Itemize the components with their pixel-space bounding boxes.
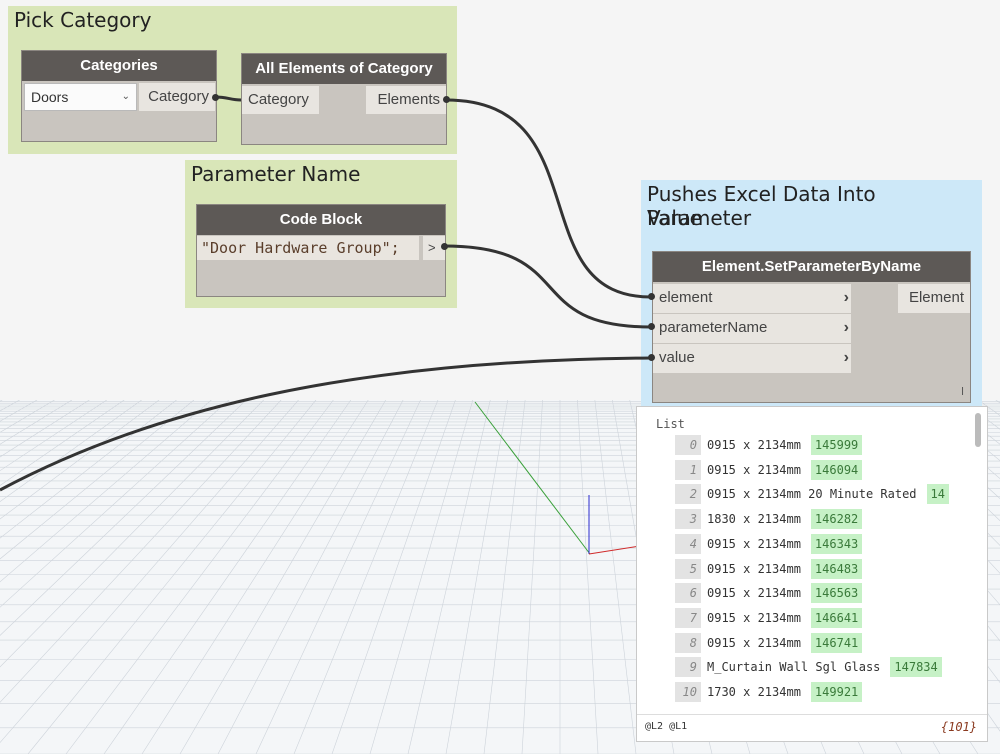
chevron-right-icon[interactable]: › [844, 314, 849, 342]
port-label: parameterName [659, 319, 768, 336]
wire-elements [445, 98, 652, 299]
port-label: element [659, 289, 713, 306]
list-index: 3 [675, 509, 701, 530]
input-port-category[interactable]: Category [242, 86, 319, 114]
workspace-canvas[interactable]: Pick Category Parameter Name Pushes Exce… [0, 0, 1000, 754]
list-item-name: 0915 x 2134mm 20 Minute Rated [707, 487, 917, 502]
input-port-dot[interactable] [648, 293, 655, 300]
list-item-name: M_Curtain Wall Sgl Glass [707, 660, 881, 675]
wire-parameter-name [443, 244, 652, 329]
category-dropdown[interactable]: Doors ⌄ [24, 83, 137, 111]
list-index: 7 [675, 607, 701, 628]
code-block-node[interactable]: Code Block "Door Hardware Group"; > [196, 204, 446, 297]
list-index: 5 [675, 558, 701, 579]
list-item: 6 0915 x 2134mm 146563 [675, 583, 863, 604]
port-label: value [659, 349, 695, 366]
chevron-down-icon[interactable]: ⌄ [122, 84, 130, 110]
preview-scrollbar[interactable] [975, 413, 981, 447]
list-item-value: 146094 [810, 459, 863, 480]
list-item-value: 145999 [810, 435, 863, 455]
node-preview-panel[interactable]: List 0 0915 x 2134mm 145999 1 0915 x 2134mm 1… [636, 406, 988, 742]
list-item-value: 146282 [810, 509, 863, 530]
input-port-dot[interactable] [648, 323, 655, 330]
list-index: 2 [675, 484, 701, 505]
list-levels: @L2 @L1 [645, 721, 688, 732]
list-index: 9 [675, 657, 701, 678]
list-item-name: 0915 x 2134mm [707, 438, 801, 452]
list-index: 1 [675, 459, 701, 480]
output-port-dot[interactable] [443, 96, 450, 103]
dropdown-value: Doors [31, 89, 69, 105]
chevron-right-icon[interactable]: › [844, 344, 849, 372]
list-item: 2 0915 x 2134mm 20 Minute Rated 14 [675, 484, 949, 505]
list-item-value: 147834 [890, 657, 942, 678]
list-label: List [656, 417, 685, 431]
all-elements-of-category-node[interactable]: All Elements of Category Category Elemen… [241, 53, 447, 145]
preview-footer: @L2 @L1 {101} [637, 714, 987, 741]
list-item-name: 0915 x 2134mm [707, 462, 801, 477]
list-item-value: 146563 [810, 583, 863, 604]
list-index: 6 [675, 583, 701, 604]
code-editor[interactable]: "Door Hardware Group"; [197, 236, 419, 260]
list-item: 0 0915 x 2134mm 145999 [675, 435, 863, 455]
group-title: Parameter Name [191, 162, 361, 186]
list-index: 10 [675, 682, 701, 702]
group-title: Pick Category [14, 8, 152, 32]
list-item: 10 1730 x 2134mm 149921 [675, 682, 863, 702]
list-item: 5 0915 x 2134mm 146483 [675, 558, 863, 579]
list-item-name: 0915 x 2134mm [707, 610, 801, 625]
input-port-dot[interactable] [648, 354, 655, 361]
categories-node[interactable]: Categories Doors ⌄ Category [21, 50, 217, 142]
list-index: 4 [675, 533, 701, 554]
list-item-name: 0915 x 2134mm [707, 635, 801, 650]
node-corner-mark: l [960, 385, 964, 398]
list-item: 3 1830 x 2134mm 146282 [675, 509, 863, 530]
list-item: 8 0915 x 2134mm 146741 [675, 632, 863, 653]
chevron-right-icon[interactable]: › [844, 284, 849, 312]
list-item-name: 1830 x 2134mm [707, 512, 801, 527]
list-item-value: 149921 [810, 682, 863, 702]
group-title-line2: Value [647, 206, 702, 230]
list-item-name: 0915 x 2134mm [707, 561, 801, 576]
node-title: Categories [22, 51, 216, 81]
node-title: Code Block [197, 205, 445, 235]
list-item-value: 146741 [810, 632, 863, 653]
output-port-element[interactable]: Element [898, 284, 970, 313]
list-item-value: 14 [926, 484, 949, 505]
set-parameter-by-name-node[interactable]: Element.SetParameterByName element › par… [652, 251, 971, 403]
item-count: {101} [940, 720, 977, 734]
list-item-value: 146343 [810, 533, 863, 554]
list-item-name: 0915 x 2134mm [707, 586, 801, 601]
list-item: 7 0915 x 2134mm 146641 [675, 607, 863, 628]
list-item-name: 0915 x 2134mm [707, 536, 801, 551]
input-port-parameter-name[interactable]: parameterName › [653, 314, 851, 343]
node-title: All Elements of Category [242, 54, 446, 84]
list-item-name: 1730 x 2134mm [707, 685, 801, 699]
input-port-value[interactable]: value › [653, 344, 851, 373]
list-item-value: 146483 [810, 558, 863, 579]
list-item-value: 146641 [810, 607, 863, 628]
list-item: 1 0915 x 2134mm 146094 [675, 459, 863, 480]
list-item: 9 M_Curtain Wall Sgl Glass 147834 [675, 657, 942, 678]
list-item: 4 0915 x 2134mm 146343 [675, 533, 863, 554]
output-port-dot[interactable] [441, 243, 448, 250]
output-port-elements[interactable]: Elements [366, 86, 446, 114]
list-index: 0 [675, 435, 701, 455]
output-port-dot[interactable] [212, 94, 219, 101]
output-port-category[interactable]: Category [139, 83, 215, 111]
list-index: 8 [675, 632, 701, 653]
input-port-element[interactable]: element › [653, 284, 851, 313]
node-title: Element.SetParameterByName [653, 252, 970, 282]
